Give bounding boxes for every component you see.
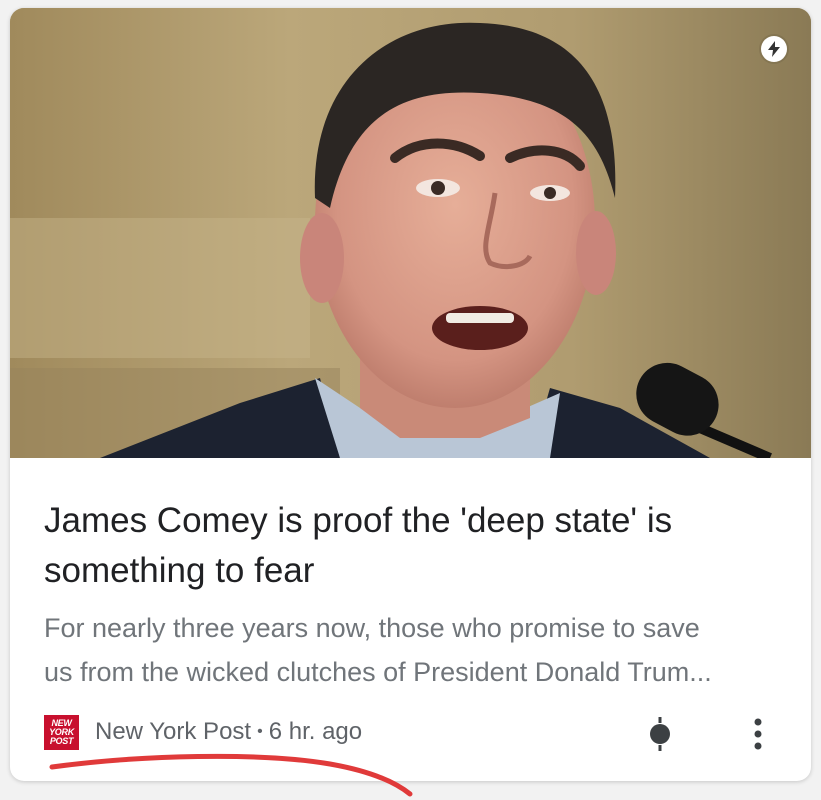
article-image[interactable]	[10, 8, 811, 458]
snippet-line-2: us from the wicked clutches of President…	[44, 657, 712, 687]
article-meta: NEW YORK POST New York Post • 6 hr. ago	[44, 714, 362, 750]
logo-word-3: POST	[49, 735, 74, 746]
amp-lightning-icon	[761, 36, 787, 62]
portrait-illustration	[10, 8, 811, 458]
publisher-name[interactable]: New York Post	[95, 718, 251, 746]
article-headline[interactable]: James Comey is proof the 'deep state' is…	[44, 496, 774, 596]
publisher-logo: NEW YORK POST	[44, 714, 79, 750]
article-snippet: For nearly three years now, those who pr…	[44, 606, 784, 694]
bubble-menu-icon[interactable]	[648, 714, 672, 754]
published-time: 6 hr. ago	[268, 718, 363, 745]
snippet-line-1: For nearly three years now, those who pr…	[44, 613, 700, 643]
news-card[interactable]: James Comey is proof the 'deep state' is…	[10, 8, 811, 781]
meta-separator: •	[257, 723, 263, 740]
more-vert-icon[interactable]	[746, 714, 770, 754]
